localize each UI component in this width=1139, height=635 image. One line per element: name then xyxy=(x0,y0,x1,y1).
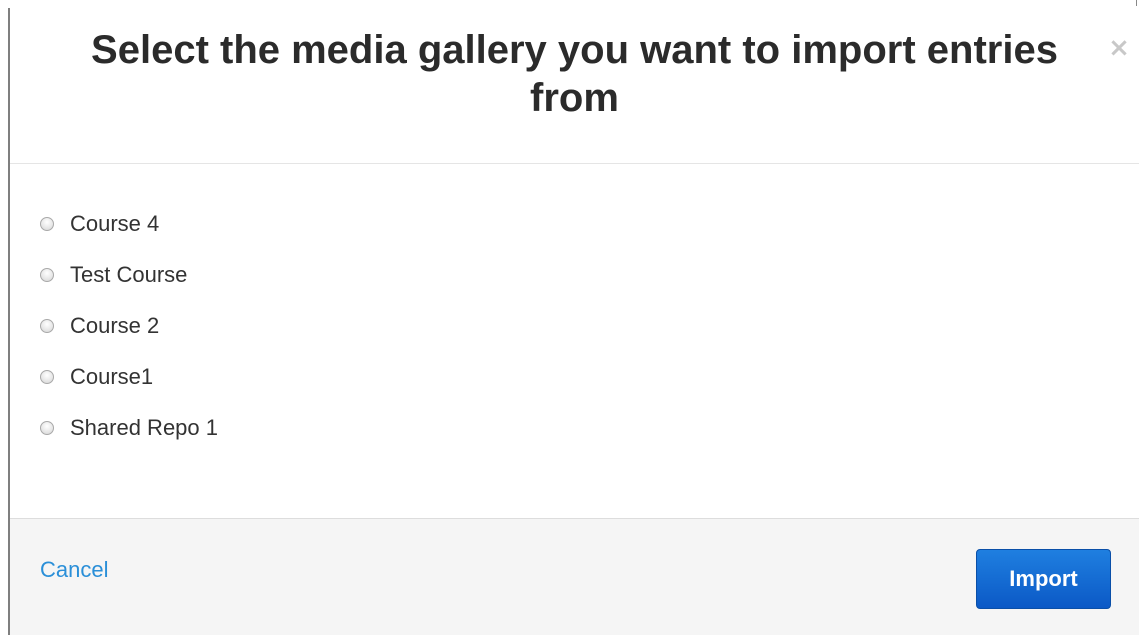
gallery-option-course-2[interactable]: Course 2 xyxy=(10,300,1139,351)
cancel-link[interactable]: Cancel xyxy=(40,557,108,583)
top-strip xyxy=(0,0,1139,8)
radio-button[interactable] xyxy=(40,369,54,384)
gallery-option-label[interactable]: Course 2 xyxy=(70,313,159,338)
radio-button[interactable] xyxy=(40,420,54,435)
gallery-option-course-4[interactable]: Course 4 xyxy=(10,198,1139,249)
gallery-option-label[interactable]: Course 4 xyxy=(70,211,159,236)
gallery-option-test-course[interactable]: Test Course xyxy=(10,249,1139,300)
radio-button[interactable] xyxy=(40,267,54,282)
corner-mark xyxy=(1136,0,1137,6)
radio-button[interactable] xyxy=(40,216,54,231)
radio-button[interactable] xyxy=(40,318,54,333)
gallery-option-label[interactable]: Course1 xyxy=(70,364,153,389)
close-icon[interactable]: × xyxy=(1107,35,1131,61)
gallery-option-course1[interactable]: Course1 xyxy=(10,351,1139,402)
gallery-option-shared-repo-1[interactable]: Shared Repo 1 xyxy=(10,402,1139,453)
dialog-footer: Cancel Import xyxy=(10,518,1139,635)
import-button[interactable]: Import xyxy=(976,549,1111,609)
gallery-option-label[interactable]: Shared Repo 1 xyxy=(70,415,218,440)
import-gallery-dialog: Select the media gallery you want to imp… xyxy=(8,8,1139,635)
dialog-title: Select the media gallery you want to imp… xyxy=(91,28,1058,120)
dialog-body: Course 4 Test Course Course 2 Course1 Sh… xyxy=(10,198,1139,453)
dialog-header: Select the media gallery you want to imp… xyxy=(10,8,1139,164)
gallery-option-label[interactable]: Test Course xyxy=(70,262,187,287)
